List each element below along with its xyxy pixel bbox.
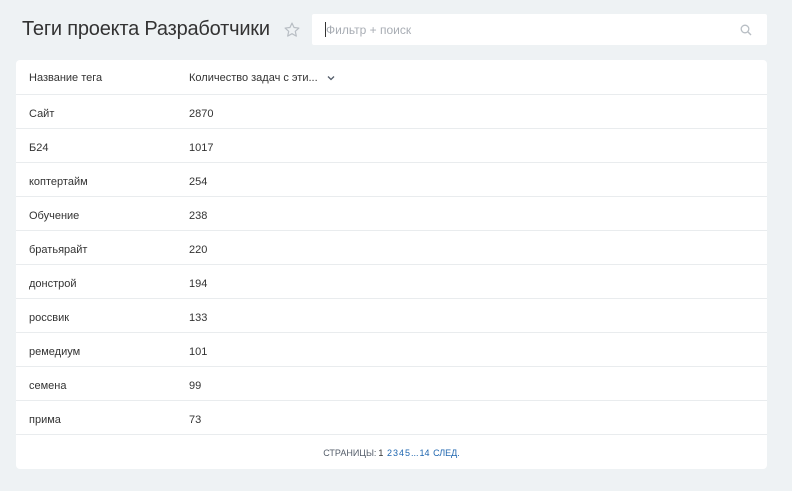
table-row[interactable]: братьярайт 220: [16, 231, 767, 265]
table-row[interactable]: Б24 1017: [16, 129, 767, 163]
tag-name-cell: ремедиум: [29, 346, 81, 358]
task-count-cell: 220: [189, 244, 208, 256]
task-count-cell: 73: [189, 414, 202, 426]
star-icon[interactable]: [283, 21, 301, 39]
text-caret: [325, 22, 326, 37]
task-count-cell: 99: [189, 380, 202, 392]
task-count-cell: 1017: [189, 142, 214, 154]
pagination-page-link[interactable]: 3: [393, 448, 398, 458]
table-row[interactable]: россвик 133: [16, 299, 767, 333]
table-row[interactable]: коптертайм 254: [16, 163, 767, 197]
pagination-page-link[interactable]: 2: [387, 448, 392, 458]
table-row[interactable]: донстрой 194: [16, 265, 767, 299]
tag-name-cell: донстрой: [29, 278, 77, 290]
tag-name-cell: коптертайм: [29, 176, 88, 188]
pagination-label: СТРАНИЦЫ:: [323, 448, 377, 458]
column-header-tag-name[interactable]: Название тега: [29, 72, 102, 84]
table-row[interactable]: ремедиум 101: [16, 333, 767, 367]
table-row[interactable]: Сайт 2870: [16, 95, 767, 129]
tag-name-cell: Сайт: [29, 108, 55, 120]
tag-name-cell: прима: [29, 414, 61, 426]
pagination-page-link[interactable]: 5: [405, 448, 410, 458]
chevron-down-icon[interactable]: [327, 74, 335, 82]
table-row[interactable]: прима 73: [16, 401, 767, 435]
tags-table-panel: Название тега Количество задач с эти... …: [16, 60, 767, 469]
tag-name-cell: Б24: [29, 142, 49, 154]
search-input[interactable]: [326, 14, 726, 45]
task-count-cell: 101: [189, 346, 208, 358]
column-header-task-count[interactable]: Количество задач с эти...: [189, 72, 318, 84]
search-icon[interactable]: [740, 24, 752, 36]
pagination-last-page[interactable]: 14: [420, 448, 430, 458]
pagination-current-page: 1: [378, 448, 384, 458]
task-count-cell: 133: [189, 312, 208, 324]
tag-name-cell: братьярайт: [29, 244, 88, 256]
task-count-cell: 194: [189, 278, 208, 290]
pagination-ellipsis: ...: [411, 448, 419, 458]
page-header: Теги проекта Разработчики: [0, 0, 792, 60]
tag-name-cell: Обучение: [29, 210, 80, 222]
pagination-page-link[interactable]: 4: [399, 448, 404, 458]
search-box: [312, 14, 767, 45]
tag-name-cell: семена: [29, 380, 67, 392]
table-row[interactable]: Обучение 238: [16, 197, 767, 231]
pagination: СТРАНИЦЫ: 1 2345...14 СЛЕД.: [16, 448, 767, 458]
page-title: Теги проекта Разработчики: [22, 18, 270, 40]
table-body: Сайт 2870 Б24 1017 коптертайм 254 Обучение 238 б…: [16, 95, 767, 435]
table-header: Название тега Количество задач с эти...: [16, 60, 767, 95]
pagination-next-link[interactable]: СЛЕД.: [433, 448, 460, 458]
task-count-cell: 2870: [189, 108, 214, 120]
task-count-cell: 254: [189, 176, 208, 188]
task-count-cell: 238: [189, 210, 208, 222]
table-row[interactable]: семена 99: [16, 367, 767, 401]
tag-name-cell: россвик: [29, 312, 70, 324]
